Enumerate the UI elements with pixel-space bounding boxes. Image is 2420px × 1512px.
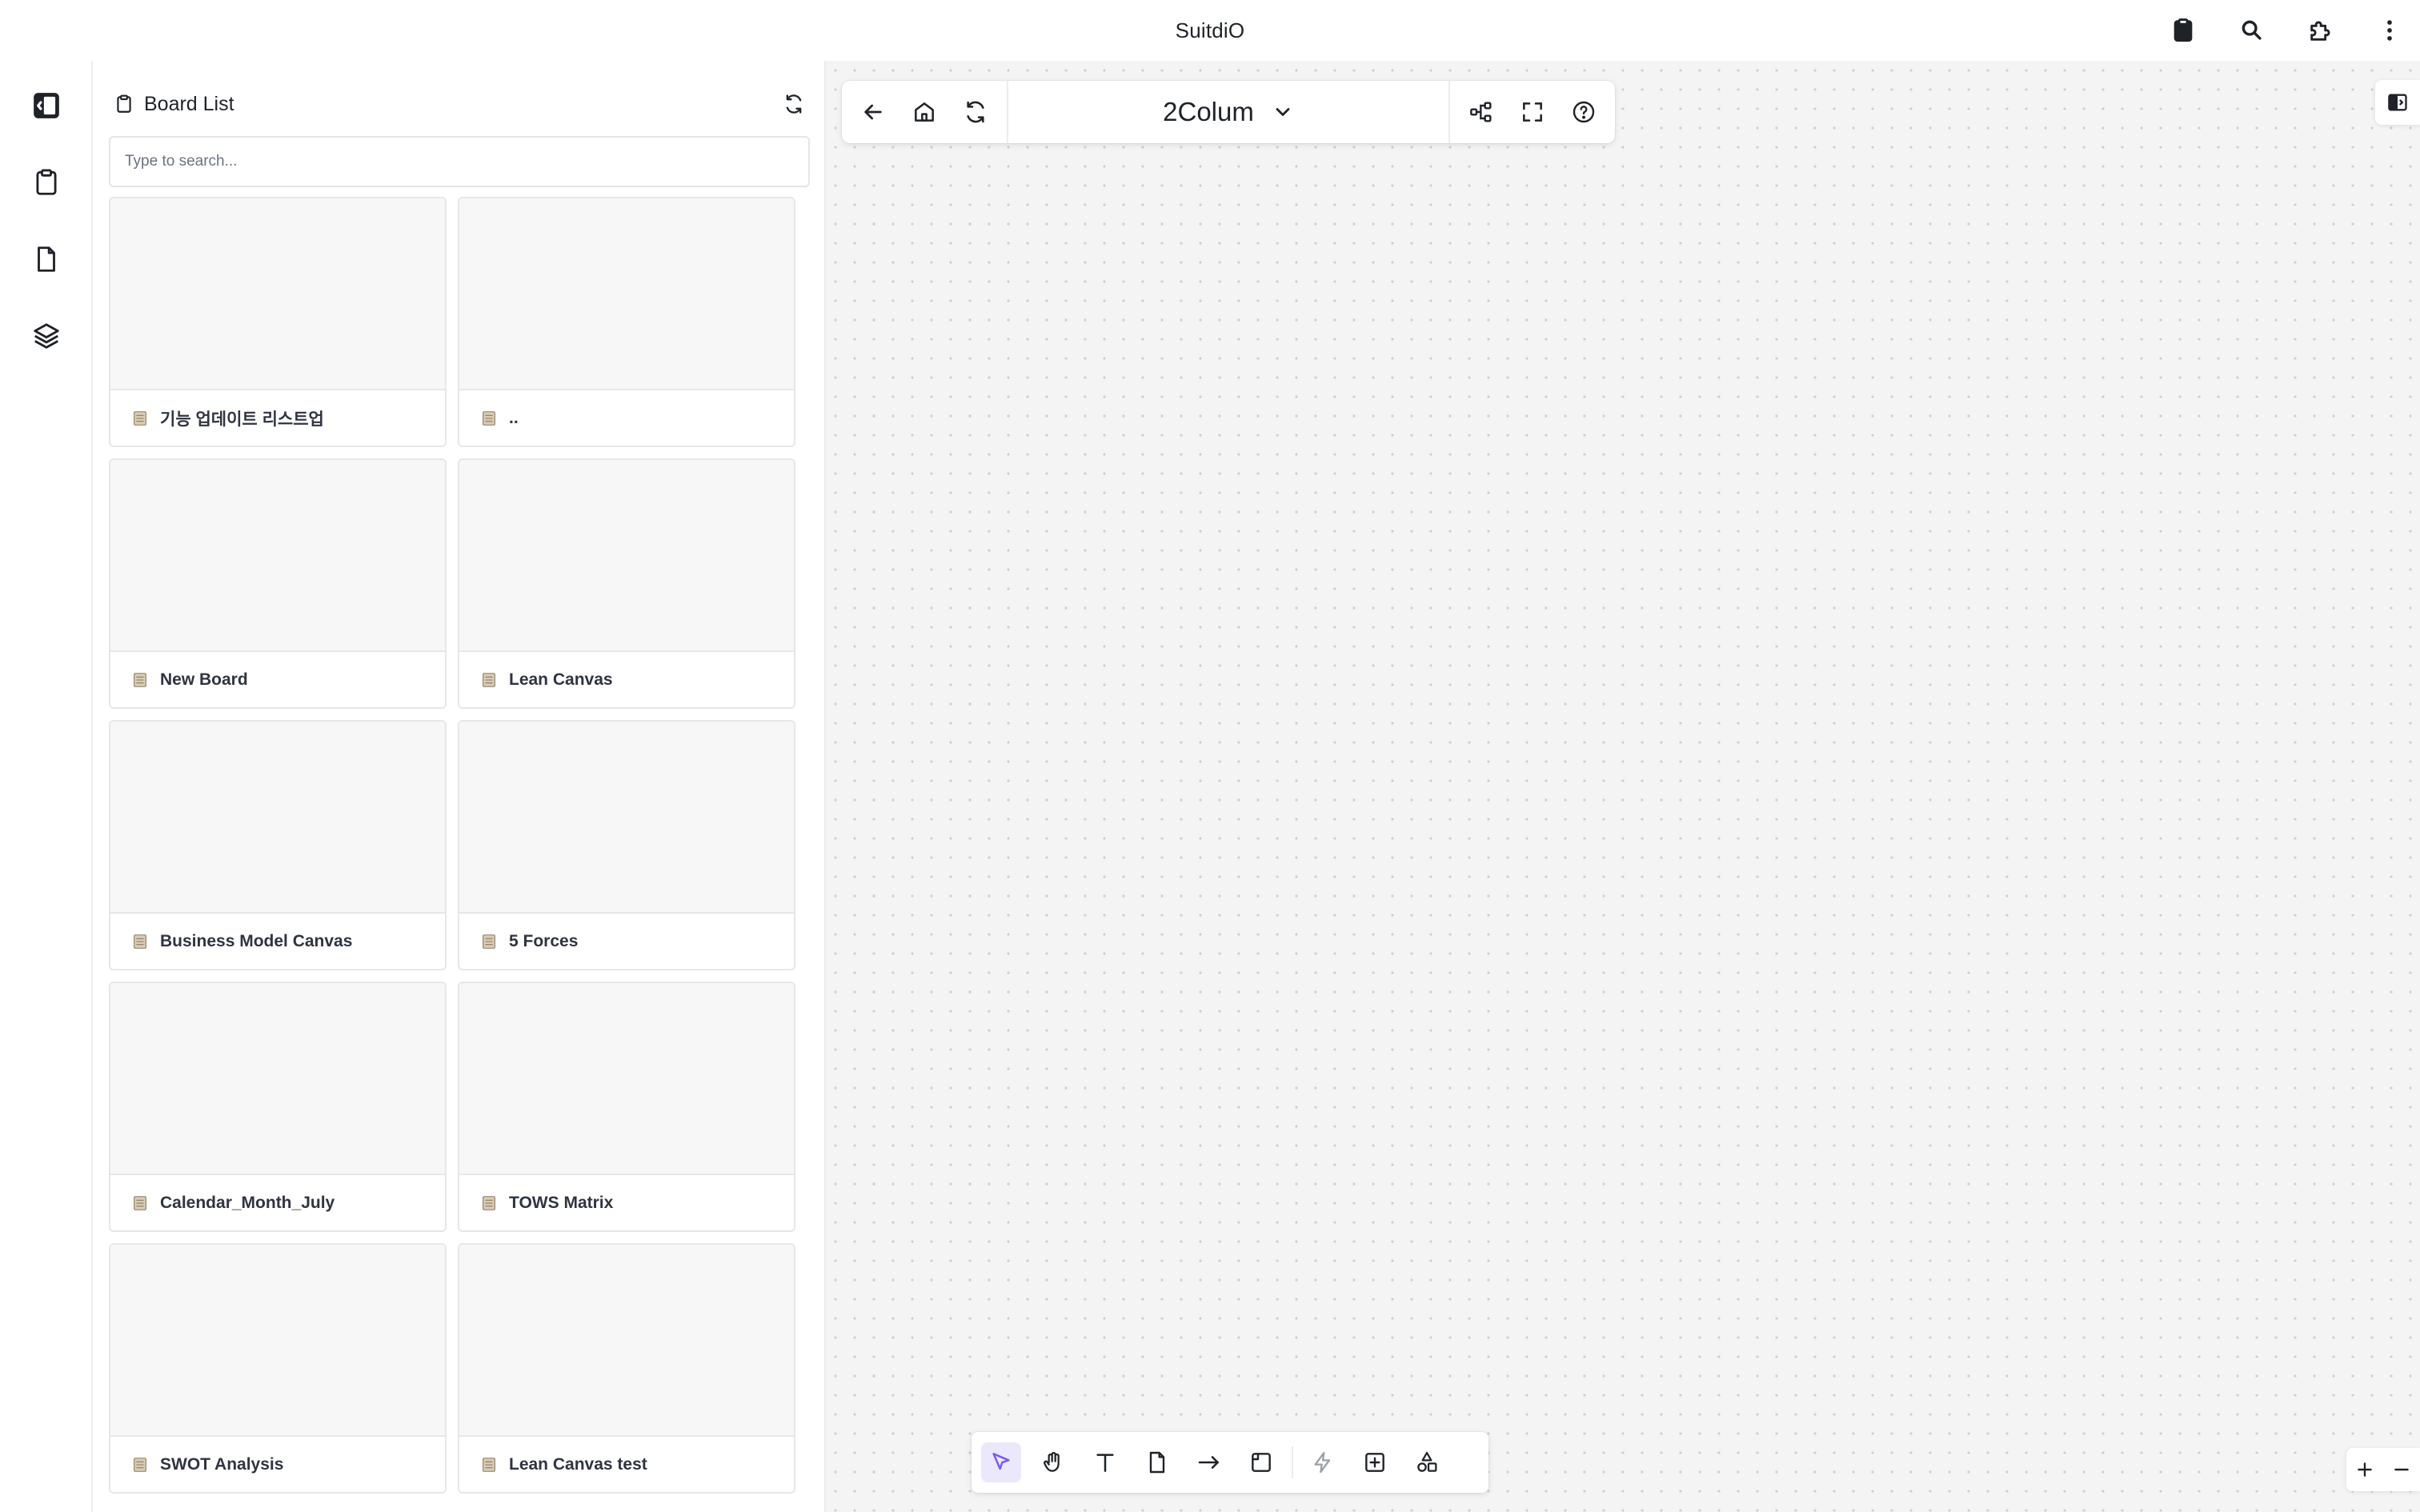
board-name: TOWS Matrix bbox=[509, 1193, 614, 1212]
arrow-tool-icon[interactable] bbox=[1189, 1442, 1229, 1482]
board-icon bbox=[480, 933, 498, 950]
clipboard-icon[interactable] bbox=[24, 160, 69, 205]
board-selector[interactable]: 2Colum bbox=[1163, 97, 1294, 127]
board-card[interactable]: Business Model Canvas bbox=[109, 720, 447, 970]
board-name: 5 Forces bbox=[509, 931, 579, 950]
right-panel-toggle-icon[interactable] bbox=[2375, 80, 2420, 125]
board-card[interactable]: SWOT Analysis bbox=[109, 1243, 447, 1494]
lightning-tool-icon[interactable] bbox=[1303, 1442, 1343, 1482]
board-thumbnail bbox=[110, 1245, 445, 1437]
board-thumbnail bbox=[110, 983, 445, 1175]
fullscreen-icon[interactable] bbox=[1516, 95, 1549, 129]
share-icon[interactable] bbox=[1464, 95, 1498, 129]
add-block-tool-icon[interactable] bbox=[1355, 1442, 1395, 1482]
board-name: 기능 업데이트 리스트업 bbox=[160, 410, 324, 429]
more-vertical-icon[interactable] bbox=[2374, 14, 2406, 46]
zoom-in-icon[interactable] bbox=[2350, 1455, 2379, 1484]
toolbar-divider bbox=[1292, 1446, 1293, 1478]
whiteboard-canvas[interactable]: 2Colum bbox=[826, 61, 2420, 1512]
note-tool-icon[interactable] bbox=[1137, 1442, 1177, 1482]
titlebar-actions bbox=[2167, 0, 2406, 61]
board-thumbnail bbox=[459, 198, 794, 390]
help-icon[interactable] bbox=[1567, 95, 1601, 129]
zoom-out-icon[interactable] bbox=[2387, 1455, 2416, 1484]
search-icon[interactable] bbox=[2236, 14, 2268, 46]
board-icon bbox=[480, 1194, 498, 1212]
title-bar: SuitdiO bbox=[0, 0, 2420, 61]
board-icon bbox=[131, 1456, 149, 1474]
file-icon[interactable] bbox=[24, 237, 69, 282]
canvas-top-toolbar: 2Colum bbox=[842, 81, 1615, 143]
clipboard-icon bbox=[114, 94, 134, 114]
board-card[interactable]: TOWS Matrix bbox=[458, 982, 795, 1232]
board-card[interactable]: 5 Forces bbox=[458, 720, 795, 970]
canvas-bottom-toolbar bbox=[972, 1432, 1488, 1493]
refresh-icon[interactable] bbox=[959, 95, 992, 129]
board-icon bbox=[480, 671, 498, 689]
left-rail bbox=[0, 61, 93, 1512]
board-thumbnail bbox=[459, 460, 794, 652]
board-name: SWOT Analysis bbox=[160, 1454, 284, 1474]
board-card[interactable]: New Board bbox=[109, 458, 447, 709]
board-card[interactable]: 기능 업데이트 리스트업 bbox=[109, 197, 447, 447]
board-thumbnail bbox=[110, 460, 445, 652]
board-icon bbox=[480, 410, 498, 427]
clipboard-icon[interactable] bbox=[2167, 14, 2199, 46]
board-name: .. bbox=[509, 408, 519, 427]
puzzle-icon[interactable] bbox=[2305, 14, 2337, 46]
board-thumbnail bbox=[459, 722, 794, 914]
board-icon bbox=[131, 1194, 149, 1212]
board-thumbnail bbox=[110, 198, 445, 390]
refresh-icon[interactable] bbox=[779, 90, 808, 118]
board-card[interactable]: Calendar_Month_July bbox=[109, 982, 447, 1232]
search-input[interactable] bbox=[109, 136, 810, 187]
panel-title: Board List bbox=[144, 92, 234, 115]
chevron-down-icon bbox=[1272, 101, 1294, 123]
panel-header: Board List bbox=[114, 88, 808, 120]
board-card[interactable]: Lean Canvas bbox=[458, 458, 795, 709]
layers-icon[interactable] bbox=[24, 314, 69, 358]
app-title: SuitdiO bbox=[1175, 18, 1245, 42]
board-name: Lean Canvas bbox=[509, 670, 613, 689]
board-card[interactable]: .. bbox=[458, 197, 795, 447]
board-icon bbox=[131, 671, 149, 689]
shapes-tool-icon[interactable] bbox=[1407, 1442, 1447, 1482]
select-tool-icon[interactable] bbox=[981, 1442, 1021, 1482]
board-thumbnail bbox=[110, 722, 445, 914]
board-icon bbox=[480, 1456, 498, 1474]
board-name: New Board bbox=[160, 670, 248, 689]
text-tool-icon[interactable] bbox=[1085, 1442, 1125, 1482]
frame-tool-icon[interactable] bbox=[1241, 1442, 1281, 1482]
board-list-panel: Board List 기능 업데이트 리스트업 .. New Board bbox=[93, 61, 826, 1512]
board-thumbnail bbox=[459, 1245, 794, 1437]
board-name: Lean Canvas test bbox=[509, 1454, 647, 1474]
board-card[interactable]: Lean Canvas test bbox=[458, 1243, 795, 1494]
zoom-controls bbox=[2346, 1448, 2420, 1491]
back-arrow-icon[interactable] bbox=[856, 95, 890, 129]
board-grid: 기능 업데이트 리스트업 .. New Board Lean Canvas Bu… bbox=[109, 197, 797, 1494]
board-icon bbox=[131, 410, 149, 427]
board-thumbnail bbox=[459, 983, 794, 1175]
home-icon[interactable] bbox=[908, 95, 941, 129]
hand-tool-icon[interactable] bbox=[1033, 1442, 1073, 1482]
current-board-name: 2Colum bbox=[1163, 97, 1254, 126]
board-name: Calendar_Month_July bbox=[160, 1193, 335, 1212]
board-name: Business Model Canvas bbox=[160, 931, 353, 950]
sidebar-collapse-icon[interactable] bbox=[24, 83, 69, 128]
board-icon bbox=[131, 933, 149, 950]
